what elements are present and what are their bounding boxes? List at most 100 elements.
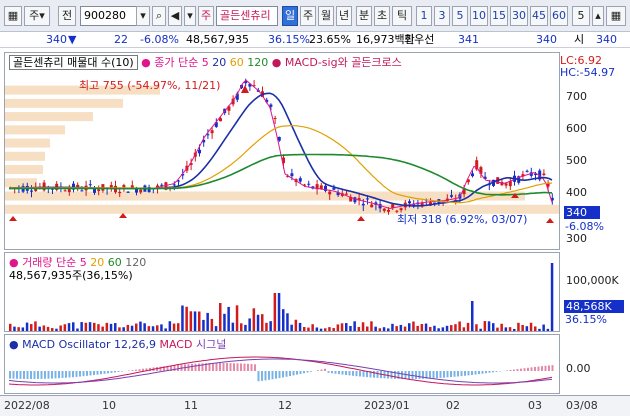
count-spin-icon[interactable]: ▴ — [592, 6, 604, 26]
macd-bar — [96, 371, 99, 375]
macd-bar — [289, 371, 291, 377]
price-chart-panel[interactable]: 골든센츄리 매물대 수(10) ● 종가 단순 5 20 60 120 ● MA… — [4, 52, 560, 250]
macd-bar — [488, 371, 491, 373]
profile-legend[interactable]: 골든센츄리 매물대 수(10) — [9, 55, 138, 70]
volume-bar — [9, 323, 12, 331]
count-5[interactable]: 5 — [572, 6, 590, 26]
market-select[interactable]: ▦ — [4, 6, 22, 26]
interval-15[interactable]: 15 — [490, 6, 508, 26]
tab-month[interactable]: 월 — [318, 6, 334, 26]
price-axis: LC:6.92 HC:-54.97 700 600 500 400 300 -6… — [560, 52, 630, 250]
speaker-dropdown-icon[interactable]: ▾ — [184, 6, 196, 26]
macd-axis: 0.00 — [560, 334, 630, 394]
config-icon[interactable]: ▦ — [606, 6, 626, 26]
volume-bar — [294, 319, 298, 331]
candle-body — [269, 104, 273, 107]
ma120-legend: 120 — [247, 56, 269, 69]
tab-week[interactable]: 주 — [300, 6, 316, 26]
macd-bar — [432, 371, 435, 379]
volume-bar — [265, 322, 268, 331]
macd-bar — [415, 371, 417, 379]
macd-bar — [194, 363, 197, 371]
volume-profile-bar — [5, 178, 37, 188]
macd-bar — [362, 371, 365, 377]
macd-line-legend: MACD — [159, 338, 193, 351]
open-price: 340 — [596, 33, 617, 46]
macd-bar — [103, 371, 106, 374]
code-dropdown-icon[interactable]: ▾ — [136, 6, 150, 26]
volume-bar — [164, 328, 167, 331]
macd-bar — [460, 371, 463, 377]
macd-bar — [467, 371, 470, 376]
volume-bar — [328, 327, 331, 331]
volume-bar — [261, 314, 264, 331]
candle-body — [361, 203, 365, 206]
volume-bar — [21, 327, 25, 331]
interval-5[interactable]: 5 — [452, 6, 468, 26]
macd-bar — [478, 371, 480, 375]
candle-body — [525, 170, 529, 172]
condition-button[interactable]: 주 — [198, 6, 214, 26]
macd-bar — [89, 371, 92, 376]
macd-bar — [513, 369, 515, 371]
macd-bar — [93, 371, 95, 376]
macd-bar — [331, 371, 333, 374]
volume-bar — [550, 263, 554, 331]
golden-cross-marker — [357, 216, 365, 221]
code-input[interactable]: 900280 — [80, 6, 140, 26]
candle-body — [118, 191, 122, 194]
interval-10[interactable]: 10 — [470, 6, 488, 26]
candle-body — [160, 184, 164, 186]
macd-chart-panel[interactable]: ● MACD Oscillator 12,26,9 MACD 시그널 — [4, 334, 560, 394]
tab-year[interactable]: 년 — [336, 6, 352, 26]
interval-3[interactable]: 3 — [434, 6, 450, 26]
tab-tick[interactable]: 틱 — [392, 6, 412, 26]
macd-bar — [324, 368, 326, 371]
volume-bar — [311, 324, 314, 331]
interval-1[interactable]: 1 — [416, 6, 432, 26]
speaker-icon[interactable]: ◀ — [168, 6, 182, 26]
macd-bar — [548, 365, 550, 371]
volume-bar — [424, 323, 428, 331]
volume-bar — [534, 326, 537, 331]
volume-bar — [214, 326, 218, 331]
volume: 48,567,935 — [186, 33, 249, 46]
market-dropdown[interactable]: 주▾ — [24, 6, 50, 26]
macd-bar — [229, 363, 232, 371]
macd-bar — [296, 371, 298, 375]
macd-bar — [61, 371, 64, 378]
macd-bar — [58, 371, 60, 379]
date-label: 11 — [184, 399, 198, 412]
macd-bar — [215, 363, 218, 371]
macd-bar — [37, 371, 39, 379]
ma-legend-label: ● 종가 단순 — [141, 56, 199, 69]
macd-signal-legend-text: MACD-sig와 골든크로스 — [284, 56, 402, 69]
interval-45[interactable]: 45 — [530, 6, 548, 26]
tab-minute[interactable]: 분 — [356, 6, 372, 26]
macd-bar — [219, 363, 221, 371]
search-icon[interactable]: ⌕ — [152, 6, 166, 26]
candle-body — [328, 191, 332, 195]
volume-bar — [483, 321, 487, 331]
volume-bar — [248, 318, 251, 331]
ma20-legend: 20 — [212, 56, 227, 69]
volume-chart-panel[interactable]: ● 거래량 단순 5 20 60 120 48,567,935주(36,15%) — [4, 252, 560, 332]
macd-bar — [233, 363, 235, 371]
interval-30[interactable]: 30 — [510, 6, 528, 26]
volume-axis: 100,000K 36.15% — [560, 252, 630, 332]
volume-bar — [286, 313, 289, 331]
volume-bar — [181, 305, 184, 331]
volume-profile-bar — [5, 151, 45, 161]
macd-bar — [247, 363, 249, 371]
macd-bar — [429, 371, 431, 379]
period-select[interactable]: 전 — [58, 6, 76, 26]
tab-second[interactable]: 초 — [374, 6, 390, 26]
candle-body — [370, 204, 374, 208]
macd-bar — [471, 371, 473, 375]
interval-60[interactable]: 60 — [550, 6, 568, 26]
candle-body — [172, 184, 176, 186]
macd-bar — [135, 369, 137, 371]
volume-bar — [538, 328, 541, 331]
volume-profile-bar — [5, 98, 123, 108]
tab-day[interactable]: 일 — [282, 6, 298, 26]
